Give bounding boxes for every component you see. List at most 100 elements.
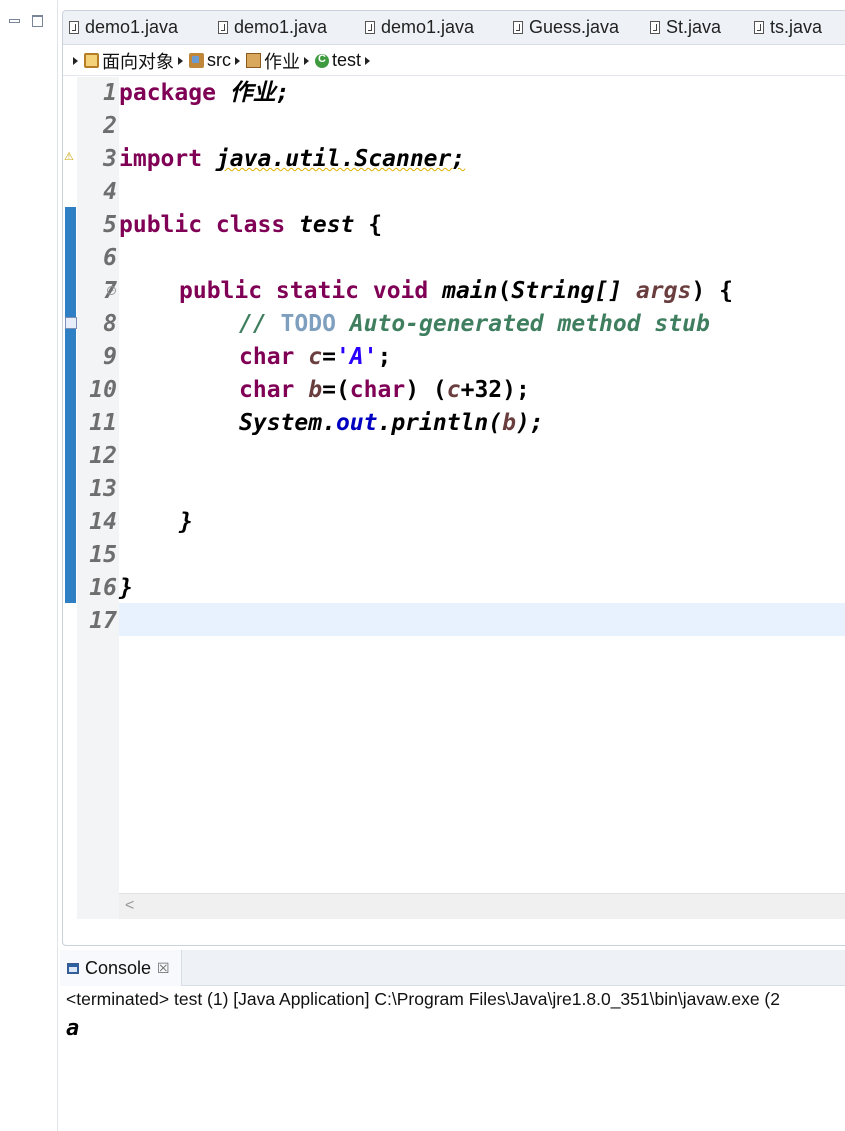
tab-demo1-java-3[interactable]: demo1.java: [365, 11, 474, 44]
type-name: String[]: [511, 278, 623, 304]
code-line-14: }: [179, 506, 193, 539]
line-number: 11: [89, 410, 117, 436]
breadcrumb-class[interactable]: test: [315, 50, 361, 71]
breadcrumb-source-folder[interactable]: src: [189, 50, 231, 71]
class-ref: System.: [239, 410, 336, 436]
line-number: 17: [89, 608, 117, 634]
keyword: public class: [119, 212, 286, 238]
task-marker-icon[interactable]: [65, 317, 77, 329]
method-name: main: [428, 278, 498, 304]
char-literal: 'A': [335, 344, 378, 370]
tab-label: demo1.java: [234, 17, 328, 37]
tab-st-java[interactable]: St.java: [650, 11, 721, 44]
variable: b: [502, 410, 516, 436]
breadcrumb-package[interactable]: 作业: [246, 48, 300, 74]
line-number: 8: [103, 311, 117, 337]
breadcrumb-arrow-icon[interactable]: [73, 56, 78, 65]
comment: //: [239, 311, 281, 337]
line-number: 10: [89, 377, 117, 403]
method-call: .println(: [377, 410, 503, 436]
expression-end: +32);: [460, 377, 530, 403]
breadcrumb-project[interactable]: 面向对象: [84, 48, 174, 74]
operator: =: [322, 344, 336, 370]
code-editor[interactable]: ⚠ 1 2 3 4 5 6 7 8 9 10 11 12 13 14 15 16…: [63, 77, 845, 919]
java-file-icon: [754, 21, 764, 34]
warning-icon[interactable]: ⚠: [64, 151, 77, 164]
scroll-left-icon[interactable]: <: [125, 897, 134, 915]
line-number: 2: [103, 113, 117, 139]
class-name: test: [285, 212, 355, 238]
java-file-icon: [69, 21, 79, 34]
tab-label: Guess.java: [529, 17, 620, 37]
minimized-view-strip: [0, 0, 58, 1131]
breadcrumb-arrow-icon[interactable]: [304, 56, 309, 65]
code-line-8: // TODO Auto-generated method stub: [239, 308, 710, 341]
minimize-icon[interactable]: [8, 14, 20, 26]
class-icon: [315, 53, 329, 68]
line-number: 3: [103, 146, 117, 172]
breadcrumb-arrow-icon[interactable]: [365, 56, 371, 65]
keyword: char: [239, 377, 295, 403]
breadcrumb-class-label: test: [332, 50, 362, 70]
breadcrumb-src-label: src: [207, 50, 231, 70]
tab-label: ts.java: [770, 17, 823, 37]
code-line-11: System.out.println(b);: [239, 407, 544, 440]
line-number: 5: [103, 212, 117, 238]
tab-console[interactable]: Console ☒: [60, 950, 182, 986]
tab-label: St.java: [666, 17, 722, 37]
brace: {: [354, 212, 383, 238]
paren: (: [497, 278, 512, 304]
fold-collapse-icon[interactable]: –: [107, 286, 116, 295]
editor-pane: demo1.java demo1.java demo1.java Guess.j…: [62, 10, 845, 946]
line-number: 16: [89, 575, 117, 601]
code-line-7: public static void main(String[] args) {: [179, 275, 733, 308]
breadcrumb-arrow-icon[interactable]: [178, 56, 183, 65]
tab-label: demo1.java: [381, 17, 475, 37]
keyword: import: [119, 146, 203, 172]
console-output[interactable]: a: [66, 1016, 79, 1041]
code-line-1: package 作业;: [119, 77, 290, 110]
console-tab-bar: Console ☒: [60, 950, 845, 986]
package-icon: [246, 53, 261, 68]
operator: =(: [322, 377, 350, 403]
call-end: );: [515, 410, 544, 436]
java-file-icon: [218, 21, 228, 34]
current-line-highlight: [119, 603, 845, 636]
source-folder-icon: [189, 53, 204, 68]
horizontal-scrollbar[interactable]: <: [119, 893, 845, 919]
line-number: 6: [103, 245, 117, 271]
line-number: 15: [89, 542, 117, 568]
import-path: java.util.Scanner;: [215, 146, 466, 172]
variable: b: [294, 377, 323, 403]
line-number: 12: [89, 443, 117, 469]
maximize-icon[interactable]: [31, 14, 43, 27]
tab-label: demo1.java: [85, 17, 179, 37]
tab-demo1-java-1[interactable]: demo1.java: [69, 11, 178, 44]
tab-ts-java[interactable]: ts.java: [754, 11, 822, 44]
code-line-16: }: [119, 572, 133, 605]
static-field: out: [335, 410, 378, 436]
line-number: 13: [89, 476, 117, 502]
line-number: 4: [103, 179, 117, 205]
console-view: Console ☒ <terminated> test (1) [Java Ap…: [60, 950, 845, 1131]
todo-tag: TODO: [280, 311, 336, 337]
semicolon: ;: [377, 344, 392, 370]
console-tab-label: Console: [85, 957, 152, 978]
closing-brace: }: [119, 575, 133, 601]
breadcrumb-package-label: 作业: [264, 51, 300, 72]
tab-guess-java[interactable]: Guess.java: [513, 11, 619, 44]
line-number: 14: [89, 509, 117, 535]
code-line-5: public class test {: [119, 209, 382, 242]
closing-brace: }: [179, 509, 193, 535]
breadcrumb-arrow-icon[interactable]: [235, 56, 240, 65]
editor-tab-bar: demo1.java demo1.java demo1.java Guess.j…: [63, 11, 845, 45]
change-indicator-bar: [65, 207, 76, 603]
breadcrumb: 面向对象 src 作业 test: [63, 46, 845, 76]
parameter: args: [622, 278, 692, 304]
variable: c: [294, 344, 323, 370]
java-file-icon: [513, 21, 523, 34]
java-file-icon: [365, 21, 375, 34]
close-icon[interactable]: ☒: [157, 960, 170, 977]
tab-demo1-java-2[interactable]: demo1.java: [218, 11, 327, 44]
console-status-line: <terminated> test (1) [Java Application]…: [66, 989, 780, 1009]
